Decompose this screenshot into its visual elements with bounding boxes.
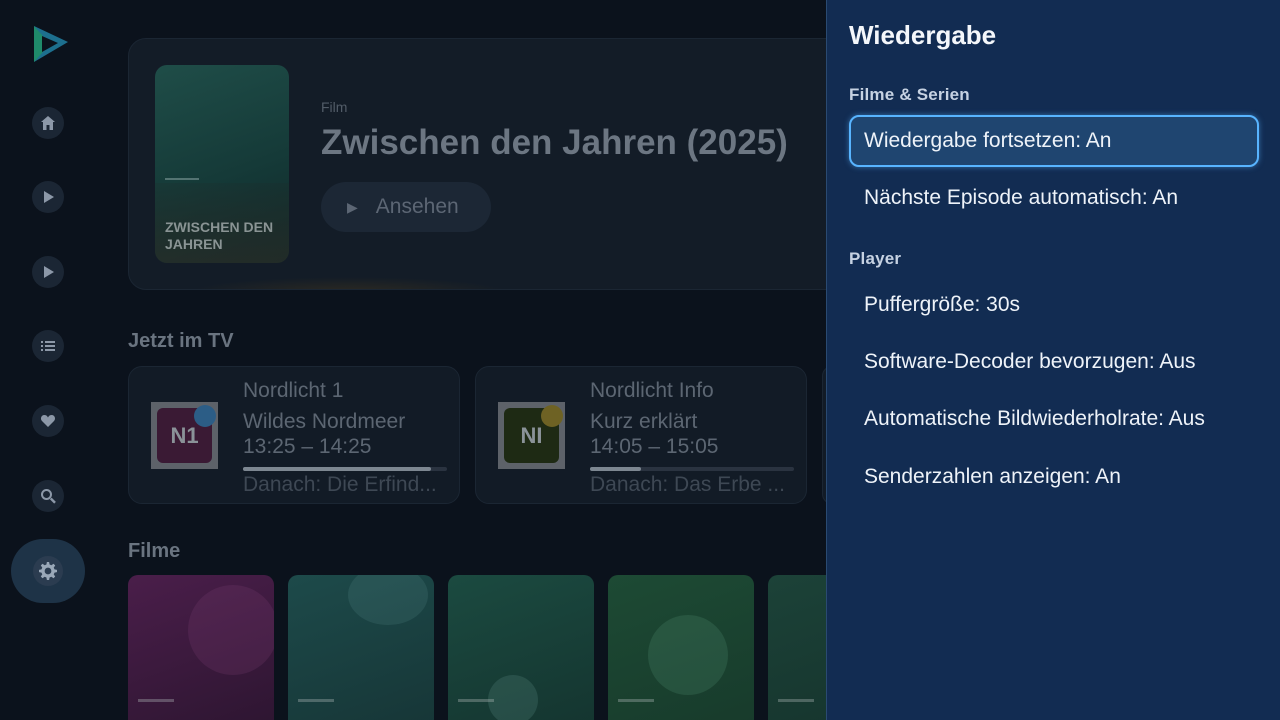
movie-card-bar [138,699,174,702]
tv-show-title: Wildes Nordmeer [243,410,406,433]
hero-glow [189,277,509,289]
tv-channel-name: Nordlicht Info [590,379,714,402]
option-label: Nächste Episode automatisch: An [864,186,1179,209]
channel-logo-tile: NI [504,405,563,463]
option-software-decoder[interactable]: Software-Decoder bevorzugen: Aus [849,336,1259,388]
tv-channel-name: Nordlicht 1 [243,379,344,402]
sidebar-item-list[interactable] [32,330,64,362]
poster-title: ZWISCHEN DEN JAHREN [165,219,274,252]
hero-card[interactable]: ZWISCHEN DEN JAHREN Film Zwischen den Ja… [128,38,848,290]
movie-card-decor [188,585,274,675]
heart-icon [40,415,56,427]
play-icon: ▶ [347,198,358,215]
option-label: Senderzahlen anzeigen: An [864,465,1121,488]
option-buffer-size[interactable]: Puffergröße: 30s [849,279,1259,331]
sidebar-item-search[interactable] [32,480,64,512]
movie-card-bar [298,699,334,702]
channel-logo-text: N1 [170,422,199,448]
sidebar-item-favorites[interactable] [32,405,64,437]
option-autoplay-next-episode[interactable]: Nächste Episode automatisch: An [849,172,1259,224]
search-icon [41,489,56,504]
option-label: Software-Decoder bevorzugen: Aus [864,350,1196,373]
play-icon [44,191,54,203]
option-show-channel-numbers[interactable]: Senderzahlen anzeigen: An [849,451,1259,503]
sidebar-item-settings[interactable] [11,539,85,603]
section-title-tv: Jetzt im TV [128,330,234,352]
option-label: Automatische Bildwiederholrate: Aus [864,407,1205,430]
tv-card[interactable]: NI Nordlicht Info Kurz erklärt 14:05 – 1… [475,366,807,504]
movie-card[interactable] [608,575,754,720]
sidebar-item-play-2[interactable] [32,256,64,288]
option-label: Puffergröße: 30s [864,293,1021,316]
tv-next-show: Danach: Das Erbe ... [590,473,785,496]
channel-logo-text: NI [520,422,543,448]
channel-logo: NI [498,402,565,469]
channel-logo-tile: N1 [157,405,216,463]
poster-bar [165,178,199,180]
tv-show-time: 13:25 – 14:25 [243,435,372,458]
home-icon [41,116,55,130]
sidebar [0,0,96,720]
hero-kind: Film [321,99,348,115]
movie-card[interactable] [128,575,274,720]
tv-progress-bar [243,467,447,471]
settings-icon-wrap [33,556,63,586]
app-root: ZWISCHEN DEN JAHREN Film Zwischen den Ja… [0,0,1280,720]
tv-progress-bar [590,467,794,471]
movie-card-decor [348,575,428,625]
settings-panel: Wiedergabe Filme & Serien Wiedergabe for… [826,0,1280,720]
tv-card[interactable]: N1 Nordlicht 1 Wildes Nordmeer 13:25 – 1… [128,366,460,504]
movie-card-bar [778,699,814,702]
movie-card-bar [458,699,494,702]
group-title-player: Player [849,249,902,268]
watch-button[interactable]: ▶ Ansehen [321,182,491,232]
hero-poster: ZWISCHEN DEN JAHREN [155,65,289,263]
movie-card[interactable] [288,575,434,720]
tv-show-time: 14:05 – 15:05 [590,435,719,458]
panel-title: Wiedergabe [849,20,997,50]
movie-card-decor [648,615,728,695]
movie-card[interactable] [448,575,594,720]
movie-card-bar [618,699,654,702]
hero-title: Zwischen den Jahren (2025) [321,123,788,162]
group-title-movies-series: Filme & Serien [849,85,970,104]
option-auto-refresh-rate[interactable]: Automatische Bildwiederholrate: Aus [849,393,1259,445]
app-logo [34,26,68,62]
sidebar-item-home[interactable] [32,107,64,139]
option-label: Wiedergabe fortsetzen: An [864,129,1112,152]
sidebar-item-play[interactable] [32,181,64,213]
channel-logo-dot [194,405,216,427]
watch-button-label: Ansehen [375,195,459,218]
tv-next-show: Danach: Die Erfind... [243,473,437,496]
channel-logo: N1 [151,402,218,469]
gear-icon [39,562,57,580]
play-icon [44,266,54,278]
list-icon [41,341,55,351]
tv-progress-fill [590,467,641,471]
tv-progress-fill [243,467,431,471]
movie-card-decor [488,675,538,720]
channel-logo-dot [541,405,563,427]
tv-show-title: Kurz erklärt [590,410,698,433]
option-resume-playback[interactable]: Wiedergabe fortsetzen: An [849,115,1259,167]
section-title-movies: Filme [128,540,181,562]
